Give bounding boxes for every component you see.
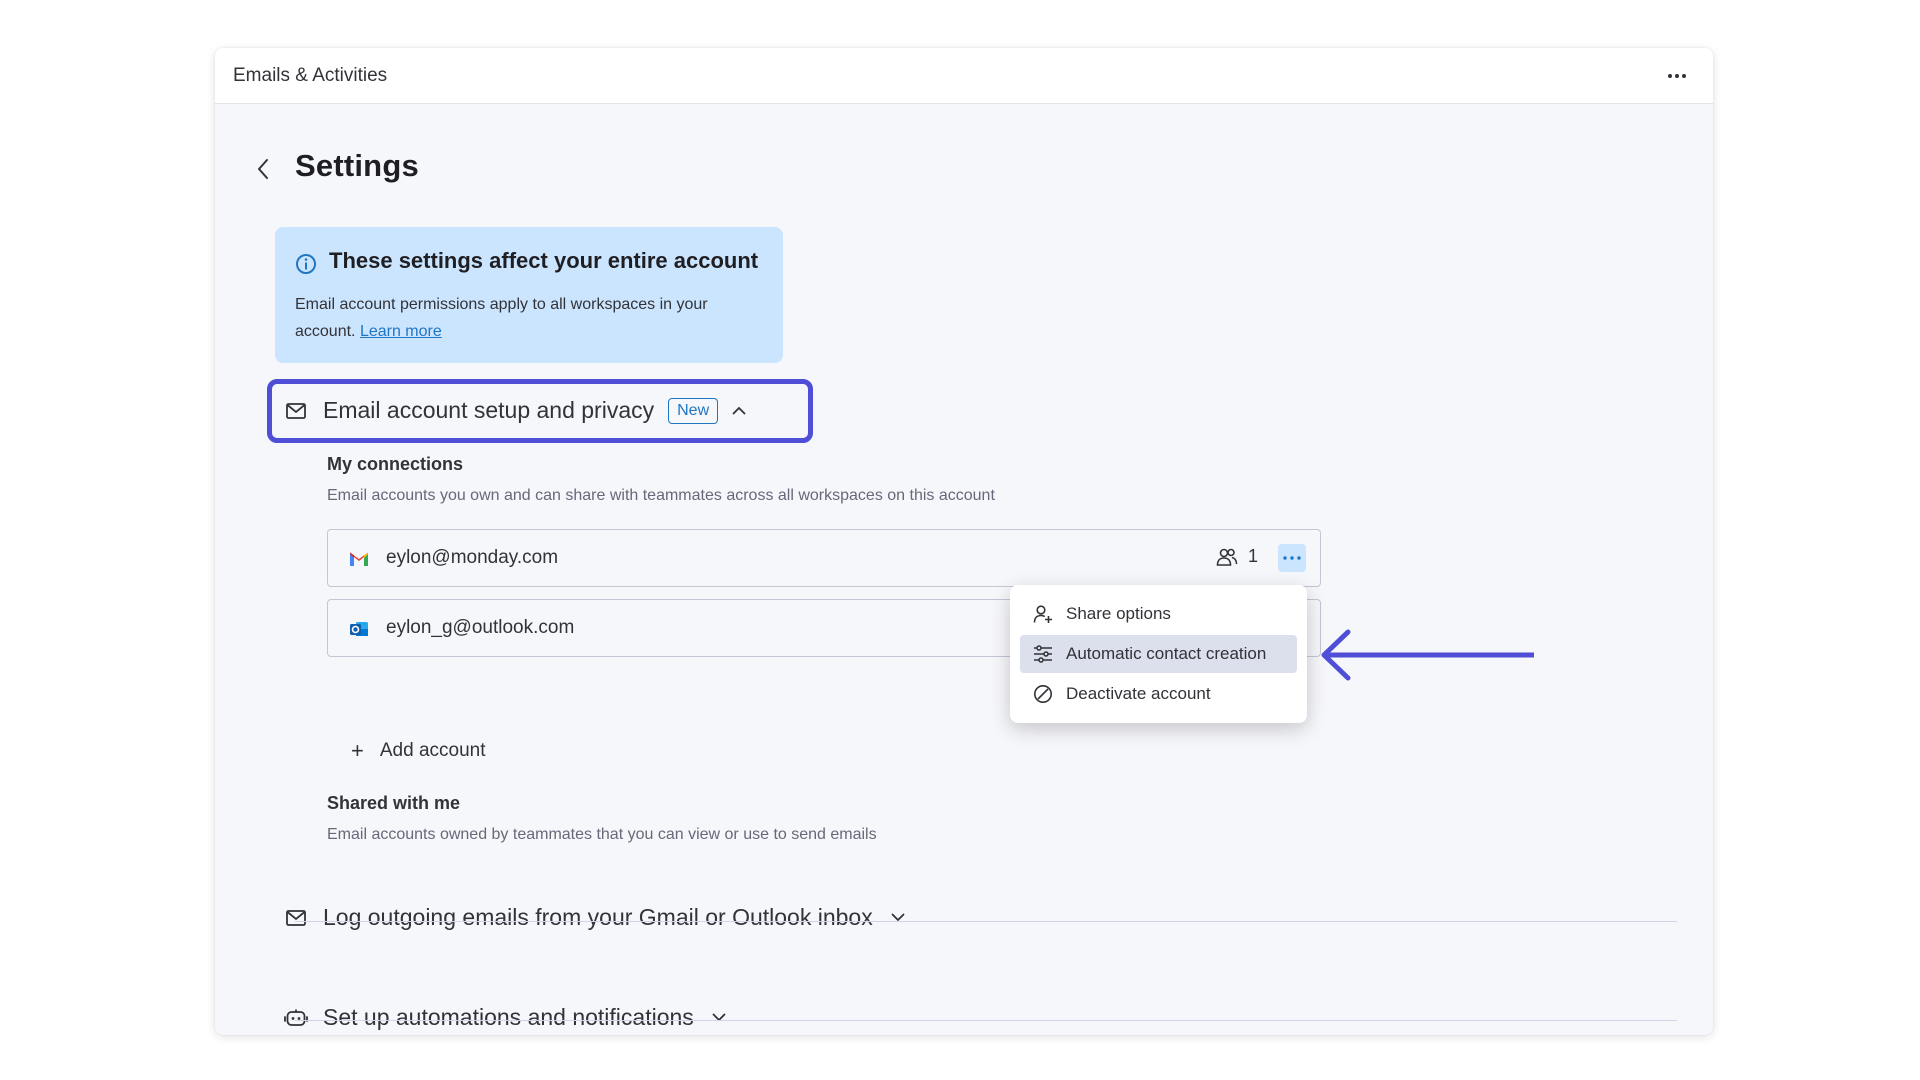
account-email: eylon@monday.com — [386, 547, 559, 568]
section-log-outgoing[interactable]: Log outgoing emails from your Gmail or O… — [283, 904, 907, 931]
info-description: Email account permissions apply to all w… — [295, 296, 708, 340]
chevron-down-icon[interactable] — [889, 909, 907, 927]
account-info-banner: These settings affect your entire accoun… — [275, 227, 783, 363]
block-icon — [1032, 683, 1054, 705]
menu-item-label: Share options — [1066, 604, 1171, 623]
mail-icon — [283, 398, 309, 424]
menu-item-deactivate-account[interactable]: Deactivate account — [1020, 675, 1297, 713]
menu-item-label: Deactivate account — [1066, 684, 1211, 703]
plus-icon: + — [351, 738, 364, 763]
section-divider — [295, 921, 1677, 922]
my-connections-description: Email accounts you own and can share wit… — [327, 487, 995, 504]
section-automations[interactable]: Set up automations and notifications — [283, 1004, 728, 1031]
outlook-icon — [348, 618, 370, 640]
new-badge: New — [668, 397, 719, 424]
account-context-menu: Share options Automatic contact creation… — [1010, 585, 1307, 723]
account-row-gmail[interactable]: eylon@monday.com 1 — [327, 529, 1321, 587]
panel-title: Emails & Activities — [233, 65, 388, 86]
page-title: Settings — [295, 148, 419, 183]
info-title: These settings affect your entire accoun… — [329, 248, 759, 273]
add-account-button[interactable]: + Add account — [351, 738, 486, 764]
robot-icon — [283, 1005, 309, 1031]
people-icon — [1216, 548, 1238, 566]
back-arrow-icon[interactable] — [249, 152, 277, 186]
panel-header: Emails & Activities — [215, 48, 1713, 104]
account-more-icon[interactable] — [1278, 544, 1306, 572]
add-account-label: Add account — [379, 740, 486, 761]
learn-more-link[interactable]: Learn more — [360, 323, 442, 340]
mail-icon — [283, 905, 309, 931]
section-email-setup[interactable]: Email account setup and privacy New — [283, 397, 748, 424]
annotation-arrow-icon — [1318, 628, 1536, 689]
shared-users-count[interactable]: 1 — [1216, 546, 1258, 567]
more-options-icon[interactable] — [1663, 62, 1691, 90]
section-divider — [295, 1020, 1677, 1021]
menu-item-automatic-contact-creation[interactable]: Automatic contact creation — [1020, 635, 1297, 673]
shared-with-me-title: Shared with me — [327, 793, 461, 813]
section-email-setup-label: Email account setup and privacy — [323, 397, 655, 423]
chevron-down-icon[interactable] — [710, 1009, 728, 1027]
section-automations-label: Set up automations and notifications — [323, 1004, 694, 1030]
my-connections-title: My connections — [327, 454, 464, 474]
person-add-icon — [1032, 603, 1054, 625]
info-icon — [295, 253, 317, 280]
settings-panel: Emails & Activities Settings These setti… — [215, 48, 1713, 1035]
chevron-up-icon[interactable] — [730, 402, 748, 420]
shared-with-me-description: Email accounts owned by teammates that y… — [327, 826, 877, 843]
sliders-icon — [1032, 643, 1054, 665]
section-log-outgoing-label: Log outgoing emails from your Gmail or O… — [323, 904, 873, 930]
account-email: eylon_g@outlook.com — [386, 617, 575, 638]
menu-item-share-options[interactable]: Share options — [1020, 595, 1297, 633]
menu-item-label: Automatic contact creation — [1066, 644, 1267, 663]
share-count-value: 1 — [1247, 546, 1258, 566]
info-text: Email account permissions apply to all w… — [295, 291, 765, 345]
gmail-icon — [348, 548, 370, 570]
